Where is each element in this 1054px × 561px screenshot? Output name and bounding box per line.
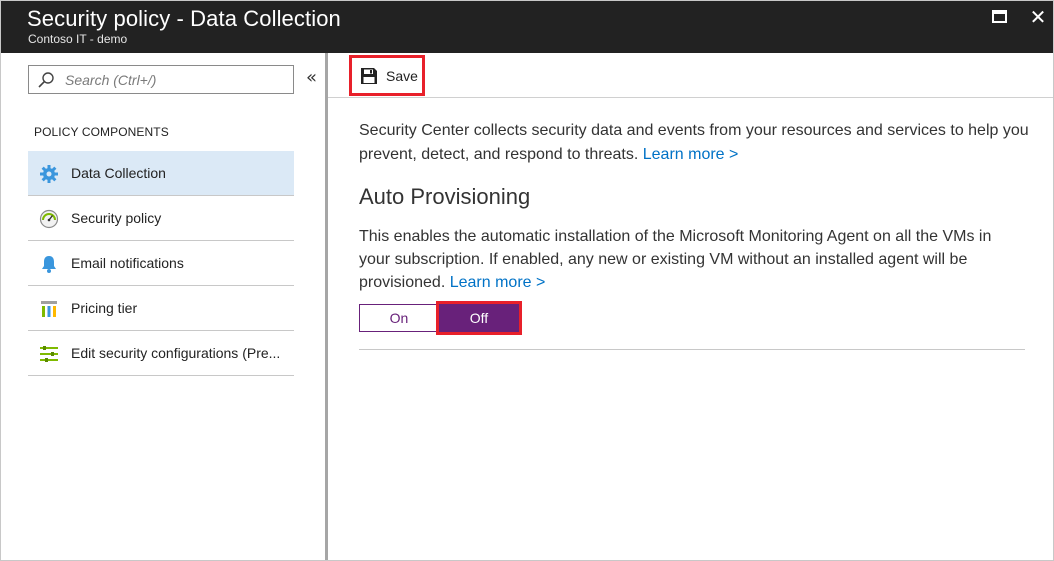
sidebar-item-label: Email notifications [71, 255, 184, 271]
sidebar-item-edit-security-configurations[interactable]: Edit security configurations (Pre... [28, 331, 294, 376]
auto-provisioning-toggle: On Off [359, 301, 522, 335]
save-label: Save [386, 68, 418, 84]
bell-icon [42, 256, 56, 273]
learn-more-link-provisioning[interactable]: Learn more > [450, 274, 546, 291]
floppy-disk-icon [361, 68, 377, 84]
save-button[interactable]: Save [349, 55, 425, 96]
command-bar: Save [328, 53, 1053, 98]
auto-provisioning-description: This enables the automatic installation … [359, 225, 1019, 294]
search-input[interactable] [65, 69, 285, 91]
sidebar-item-email-notifications[interactable]: Email notifications [28, 241, 294, 286]
maximize-icon [992, 10, 1007, 23]
sidebar-item-security-policy[interactable]: Security policy [28, 196, 294, 241]
search-box[interactable] [28, 65, 294, 94]
intro-paragraph: Security Center collects security data a… [359, 119, 1029, 167]
gear-icon [40, 165, 58, 183]
sidebar-item-label: Security policy [71, 210, 162, 226]
pricing-icon [41, 301, 57, 317]
sidebar-item-data-collection[interactable]: Data Collection [28, 151, 294, 196]
blade-title: Security policy - Data Collection [27, 6, 341, 31]
close-icon: ✕ [1029, 5, 1047, 29]
sliders-icon [40, 346, 58, 362]
learn-more-link-intro[interactable]: Learn more > [643, 146, 739, 163]
sidebar-item-label: Pricing tier [71, 300, 138, 316]
toggle-on-option[interactable]: On [359, 304, 439, 332]
blade-window: Security policy - Data Collection Contos… [0, 0, 1054, 561]
sidebar-item-label: Edit security configurations (Pre... [71, 345, 281, 361]
auto-provisioning-heading: Auto Provisioning [359, 184, 531, 209]
content-pane: Save Security Center collects security d… [328, 53, 1053, 560]
gauge-icon [39, 209, 59, 229]
close-button[interactable]: ✕ [1027, 7, 1049, 29]
title-bar: Security policy - Data Collection Contos… [1, 1, 1053, 53]
collapse-menu-button[interactable]: « [306, 68, 317, 88]
highlight-frame [436, 301, 522, 335]
section-header: POLICY COMPONENTS [34, 125, 169, 139]
maximize-button[interactable] [989, 7, 1011, 29]
left-menu-pane: « POLICY COMPONENTS Data Collection [1, 53, 326, 560]
sidebar-item-label: Data Collection [71, 165, 166, 181]
section-divider [359, 349, 1025, 350]
sidebar-item-pricing-tier[interactable]: Pricing tier [28, 286, 294, 331]
blade-subtitle: Contoso IT - demo [28, 32, 128, 46]
search-icon [38, 72, 54, 88]
